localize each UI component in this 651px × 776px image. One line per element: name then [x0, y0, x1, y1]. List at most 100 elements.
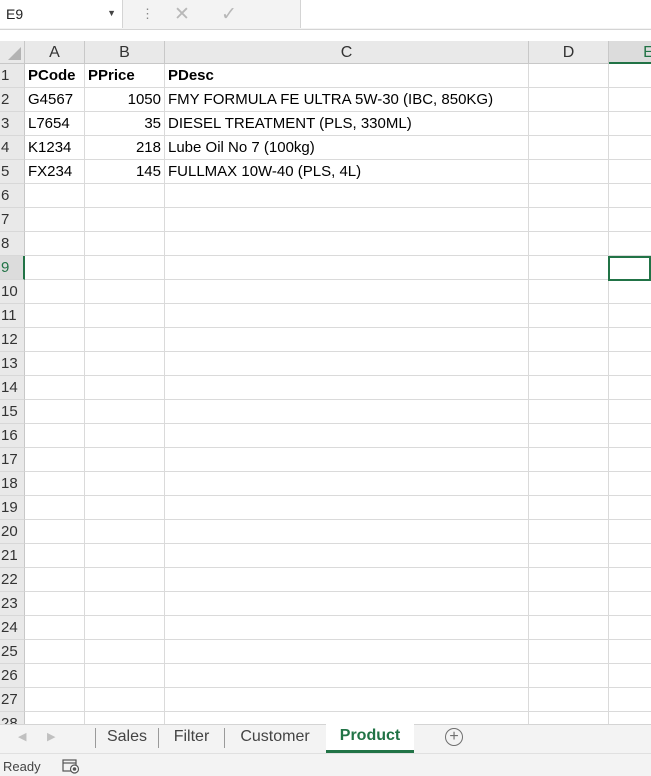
cell-b16[interactable]	[85, 424, 165, 448]
cell-d13[interactable]	[529, 352, 609, 376]
row-header-23[interactable]: 23	[0, 592, 25, 616]
cell-b11[interactable]	[85, 304, 165, 328]
cell-e14[interactable]	[609, 376, 651, 400]
row-header-18[interactable]: 18	[0, 472, 25, 496]
row-header-9[interactable]: 9	[0, 256, 25, 280]
enter-icon[interactable]: ✓	[221, 3, 237, 26]
cell-b18[interactable]	[85, 472, 165, 496]
cell-b22[interactable]	[85, 568, 165, 592]
cell-a26[interactable]	[25, 664, 85, 688]
cell-d7[interactable]	[529, 208, 609, 232]
cell-d28[interactable]	[529, 712, 609, 724]
cell-e8[interactable]	[609, 232, 651, 256]
cell-b8[interactable]	[85, 232, 165, 256]
cell-b3[interactable]: 35	[85, 112, 165, 136]
cell-b23[interactable]	[85, 592, 165, 616]
cell-d25[interactable]	[529, 640, 609, 664]
cell-d20[interactable]	[529, 520, 609, 544]
cell-b20[interactable]	[85, 520, 165, 544]
cell-d15[interactable]	[529, 400, 609, 424]
cell-a8[interactable]	[25, 232, 85, 256]
column-header-c[interactable]: C	[165, 41, 529, 64]
cell-c2[interactable]: FMY FORMULA FE ULTRA 5W-30 (IBC, 850KG)	[165, 88, 529, 112]
cell-b2[interactable]: 1050	[85, 88, 165, 112]
cell-a10[interactable]	[25, 280, 85, 304]
cell-e6[interactable]	[609, 184, 651, 208]
cell-a12[interactable]	[25, 328, 85, 352]
tab-filter[interactable]: Filter	[164, 725, 219, 753]
cell-e3[interactable]	[609, 112, 651, 136]
row-header-20[interactable]: 20	[0, 520, 25, 544]
row-header-25[interactable]: 25	[0, 640, 25, 664]
cell-b26[interactable]	[85, 664, 165, 688]
cell-e20[interactable]	[609, 520, 651, 544]
row-header-13[interactable]: 13	[0, 352, 25, 376]
cell-e4[interactable]	[609, 136, 651, 160]
cell-d10[interactable]	[529, 280, 609, 304]
row-header-22[interactable]: 22	[0, 568, 25, 592]
cell-a28[interactable]	[25, 712, 85, 724]
cell-a1[interactable]: PCode	[25, 64, 85, 88]
more-options-icon[interactable]: ⋮	[141, 6, 154, 22]
cell-d1[interactable]	[529, 64, 609, 88]
cell-e16[interactable]	[609, 424, 651, 448]
cancel-icon[interactable]: ✕	[174, 3, 190, 26]
cell-a5[interactable]: FX234	[25, 160, 85, 184]
row-header-16[interactable]: 16	[0, 424, 25, 448]
cell-a15[interactable]	[25, 400, 85, 424]
cell-a27[interactable]	[25, 688, 85, 712]
cell-b28[interactable]	[85, 712, 165, 724]
scroll-tabs-right-icon[interactable]: ▶	[47, 730, 55, 743]
row-header-15[interactable]: 15	[0, 400, 25, 424]
cell-d18[interactable]	[529, 472, 609, 496]
cell-b15[interactable]	[85, 400, 165, 424]
cell-d3[interactable]	[529, 112, 609, 136]
cell-c17[interactable]	[165, 448, 529, 472]
cell-c1[interactable]: PDesc	[165, 64, 529, 88]
worksheet-grid[interactable]: A B C D E 1 PCode PPrice PDesc 2 G4567 1050 FMY FORM…	[0, 41, 651, 724]
cell-b21[interactable]	[85, 544, 165, 568]
cell-e22[interactable]	[609, 568, 651, 592]
row-header-4[interactable]: 4	[0, 136, 25, 160]
select-all-button[interactable]	[0, 41, 25, 64]
cell-a18[interactable]	[25, 472, 85, 496]
cell-e5[interactable]	[609, 160, 651, 184]
row-header-12[interactable]: 12	[0, 328, 25, 352]
cell-e13[interactable]	[609, 352, 651, 376]
cell-a4[interactable]: K1234	[25, 136, 85, 160]
cell-c22[interactable]	[165, 568, 529, 592]
row-header-24[interactable]: 24	[0, 616, 25, 640]
cell-b14[interactable]	[85, 376, 165, 400]
tab-product[interactable]: Product	[326, 724, 414, 753]
cell-e19[interactable]	[609, 496, 651, 520]
cell-d16[interactable]	[529, 424, 609, 448]
cell-d17[interactable]	[529, 448, 609, 472]
row-header-6[interactable]: 6	[0, 184, 25, 208]
cell-a17[interactable]	[25, 448, 85, 472]
cell-c25[interactable]	[165, 640, 529, 664]
cell-c23[interactable]	[165, 592, 529, 616]
cell-c5[interactable]: FULLMAX 10W-40 (PLS, 4L)	[165, 160, 529, 184]
cell-e25[interactable]	[609, 640, 651, 664]
cell-d4[interactable]	[529, 136, 609, 160]
add-sheet-icon[interactable]: +	[445, 728, 463, 746]
cell-e10[interactable]	[609, 280, 651, 304]
cell-e18[interactable]	[609, 472, 651, 496]
cell-a13[interactable]	[25, 352, 85, 376]
cell-c18[interactable]	[165, 472, 529, 496]
cell-c7[interactable]	[165, 208, 529, 232]
cell-d12[interactable]	[529, 328, 609, 352]
cell-d9[interactable]	[529, 256, 609, 280]
row-header-21[interactable]: 21	[0, 544, 25, 568]
cell-b25[interactable]	[85, 640, 165, 664]
cell-b13[interactable]	[85, 352, 165, 376]
cell-a9[interactable]	[25, 256, 85, 280]
cell-d24[interactable]	[529, 616, 609, 640]
cell-d5[interactable]	[529, 160, 609, 184]
cell-b10[interactable]	[85, 280, 165, 304]
cell-c20[interactable]	[165, 520, 529, 544]
cell-c14[interactable]	[165, 376, 529, 400]
cell-a24[interactable]	[25, 616, 85, 640]
cell-c13[interactable]	[165, 352, 529, 376]
cell-b24[interactable]	[85, 616, 165, 640]
